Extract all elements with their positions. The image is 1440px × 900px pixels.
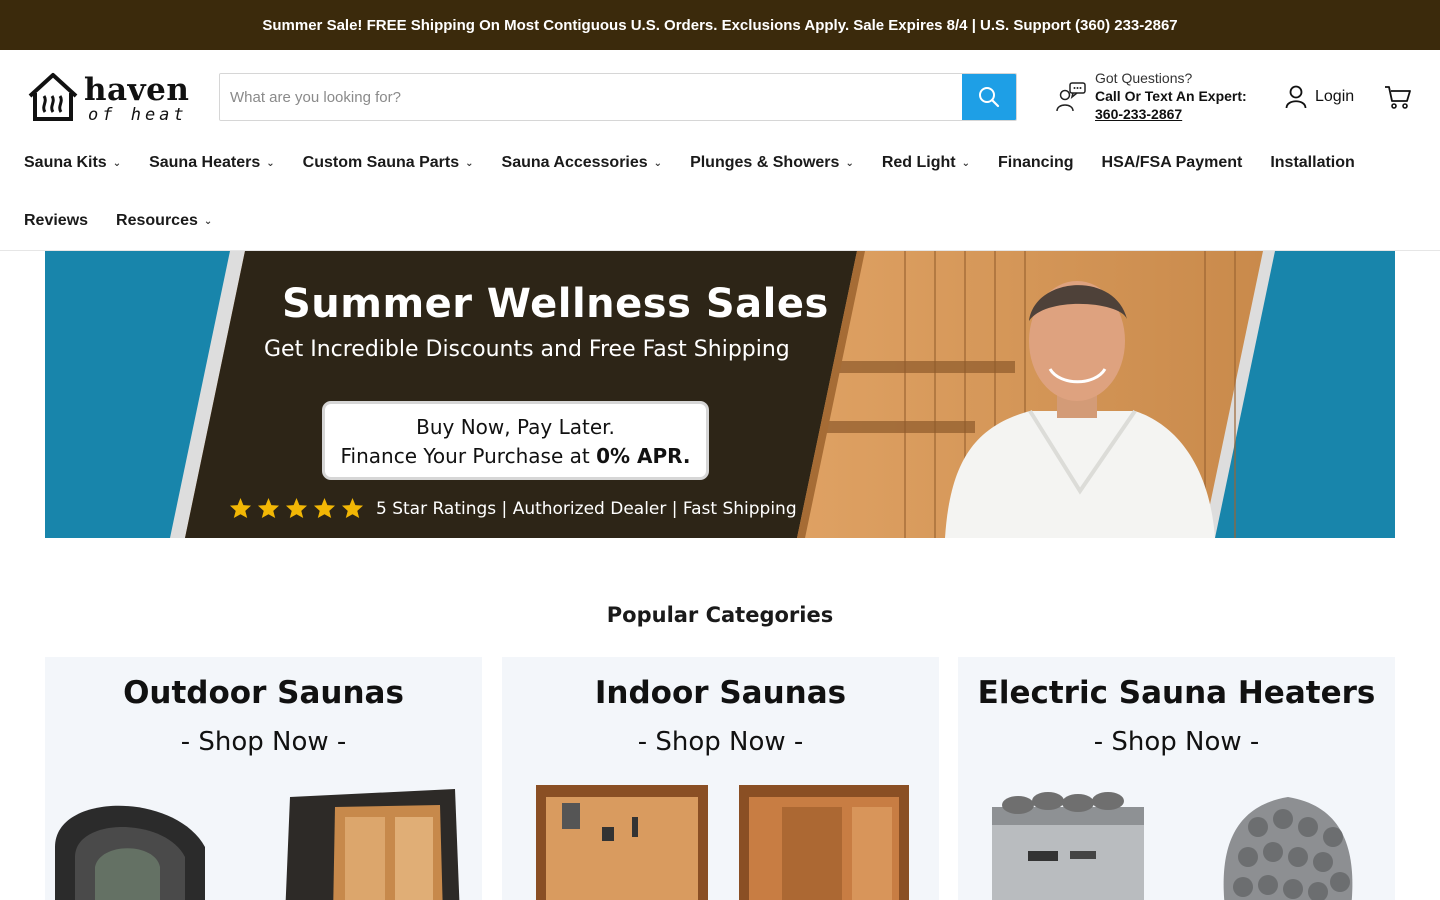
star-icon <box>257 497 280 519</box>
logo-tagline: of heat <box>88 105 188 125</box>
category-card-outdoor-saunas[interactable]: Outdoor Saunas - Shop Now - <box>45 657 482 900</box>
chevron-down-icon: ⌄ <box>112 157 122 169</box>
logo[interactable]: haven of heat <box>26 72 192 124</box>
trust-text: 5 Star Ratings | Authorized Dealer | Fas… <box>376 499 797 519</box>
category-card-electric-sauna-heaters[interactable]: Electric Sauna Heaters - Shop Now - <box>958 657 1395 900</box>
nav-sauna-heaters[interactable]: Sauna Heaters ⌄ <box>149 154 275 172</box>
logo-wordmark: haven <box>84 72 190 108</box>
nav-label: HSA/FSA Payment <box>1101 154 1243 171</box>
nav-label: Financing <box>997 154 1074 171</box>
main-nav: Sauna Kits ⌄ Sauna Heaters ⌄ Custom Sauna … <box>24 143 1424 241</box>
search-button[interactable] <box>962 74 1016 120</box>
star-icon <box>229 497 252 519</box>
nav-red-light[interactable]: Red Light ⌄ <box>882 154 970 172</box>
expert-question: Got Questions? <box>1095 70 1193 86</box>
nav-plunges-showers[interactable]: Plunges & Showers ⌄ <box>690 154 854 172</box>
login-label: Login <box>1315 88 1355 105</box>
nav-label: Red Light <box>881 154 956 171</box>
finance-line-1: Buy Now, Pay Later. <box>416 415 615 439</box>
chevron-down-icon: ⌄ <box>845 157 854 169</box>
category-title: Indoor Saunas <box>594 675 847 711</box>
category-cta: - Shop Now - <box>1093 727 1260 757</box>
user-icon <box>1285 85 1307 109</box>
hero-subtitle: Get Incredible Discounts and Free Fast S… <box>264 337 790 362</box>
expert-phone-link[interactable]: 360-233-2867 <box>1095 106 1182 122</box>
main-nav-row-1: Sauna Kits ⌄ Sauna Heaters ⌄ Custom Sauna … <box>24 143 1424 183</box>
category-cta: - Shop Now - <box>180 727 347 757</box>
login-link[interactable]: Login <box>1285 83 1354 111</box>
popular-categories-title: Popular Categories <box>606 603 834 627</box>
nav-resources[interactable]: Resources ⌄ <box>116 212 212 230</box>
cart-icon <box>1385 86 1411 109</box>
chat-support-icon <box>1056 82 1086 112</box>
finance-line-2: Finance Your Purchase at 0% APR. <box>325 442 706 471</box>
announcement-bar: Summer Sale! FREE Shipping On Most Conti… <box>0 0 1440 50</box>
finance-apr: 0% APR. <box>596 444 691 468</box>
nav-financing[interactable]: Financing <box>998 154 1074 172</box>
nav-label: Sauna Heaters <box>149 154 261 171</box>
announcement-text: Summer Sale! FREE Shipping On Most Conti… <box>262 16 1178 34</box>
indoor-saunas-image <box>536 785 909 900</box>
category-card-indoor-saunas[interactable]: Indoor Saunas - Shop Now - <box>502 657 939 900</box>
house-logo-icon <box>28 73 78 121</box>
nav-label: Installation <box>1270 154 1355 171</box>
nav-label: Reviews <box>24 212 89 229</box>
expert-callout: Call Or Text An Expert: <box>1095 88 1247 104</box>
hero-banner[interactable]: Summer Wellness Sales Get Incredible Dis… <box>45 251 1395 538</box>
chevron-down-icon: ⌄ <box>203 215 213 227</box>
outdoor-saunas-image <box>55 789 460 900</box>
chevron-down-icon: ⌄ <box>961 157 970 169</box>
nav-label: Plunges & Showers <box>690 154 840 171</box>
finance-callout: Buy Now, Pay Later. Finance Your Purchas… <box>322 401 709 480</box>
star-rating <box>229 497 364 519</box>
search-icon <box>979 87 1000 108</box>
nav-label: Resources <box>116 212 198 229</box>
chevron-down-icon: ⌄ <box>465 157 474 169</box>
nav-reviews[interactable]: Reviews <box>24 212 88 230</box>
category-title: Outdoor Saunas <box>123 675 404 711</box>
star-icon <box>341 497 364 519</box>
star-icon <box>313 497 336 519</box>
site-header: haven of heat Got Questions? Call Or Tex… <box>0 50 1440 251</box>
search-input[interactable] <box>220 74 962 120</box>
star-icon <box>285 497 308 519</box>
finance-prefix: Finance Your Purchase at <box>340 444 597 468</box>
nav-sauna-accessories[interactable]: Sauna Accessories ⌄ <box>502 154 663 172</box>
nav-label: Sauna Accessories <box>501 154 648 171</box>
cart-button[interactable] <box>1384 83 1412 111</box>
nav-label: Custom Sauna Parts <box>302 154 460 171</box>
nav-label: Sauna Kits <box>24 154 107 171</box>
hero-title: Summer Wellness Sales <box>282 281 829 327</box>
nav-sauna-kits[interactable]: Sauna Kits ⌄ <box>24 154 121 172</box>
nav-installation[interactable]: Installation <box>1270 154 1354 172</box>
category-title: Electric Sauna Heaters <box>977 675 1376 711</box>
chevron-down-icon: ⌄ <box>653 157 663 169</box>
chevron-down-icon: ⌄ <box>266 157 275 169</box>
electric-sauna-heaters-image <box>992 792 1353 900</box>
expert-contact: Got Questions? Call Or Text An Expert: 3… <box>1056 70 1256 126</box>
nav-custom-sauna-parts[interactable]: Custom Sauna Parts ⌄ <box>303 154 474 172</box>
nav-hsa-fsa-payment[interactable]: HSA/FSA Payment <box>1102 154 1243 172</box>
main-nav-row-2: Reviews Resources ⌄ <box>24 201 1424 241</box>
search-bar <box>219 73 1017 121</box>
category-cta: - Shop Now - <box>637 727 804 757</box>
